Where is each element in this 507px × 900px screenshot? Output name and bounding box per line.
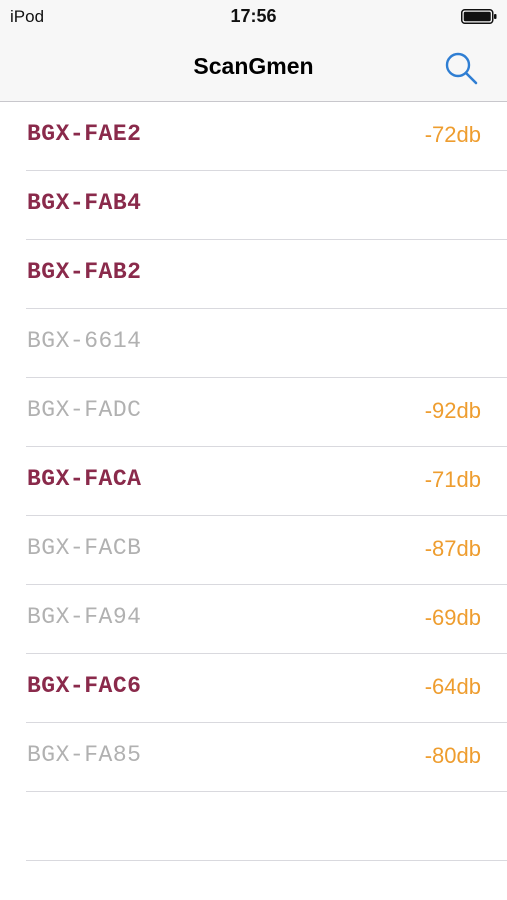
device-row[interactable]: BGX-FAB2 [26, 240, 507, 309]
device-rssi: -92db [424, 398, 481, 423]
device-row[interactable]: BGX-FADC -92db [26, 378, 507, 447]
device-rssi: -87db [424, 536, 481, 561]
device-rssi: -72db [424, 122, 481, 147]
search-button[interactable] [441, 48, 481, 88]
device-name: BGX-FADC [27, 397, 142, 423]
device-name: BGX-FA94 [27, 604, 142, 630]
device-row[interactable]: BGX-FAC6 -64db [26, 654, 507, 723]
status-bar: iPod 17:56 [0, 0, 507, 34]
device-rssi: -80db [424, 743, 481, 768]
device-name: BGX-FAB2 [27, 259, 142, 285]
device-rssi: -71db [424, 467, 481, 492]
device-name: BGX-FACA [27, 466, 142, 492]
device-row[interactable]: BGX-FAB4 [26, 171, 507, 240]
device-row[interactable]: BGX-6614 [26, 309, 507, 378]
device-name: BGX-FA85 [27, 742, 142, 768]
device-name: BGX-6614 [27, 328, 142, 354]
battery-full-icon [461, 9, 497, 24]
device-name: BGX-FAE2 [27, 121, 142, 147]
device-list: BGX-FAE2 -72db BGX-FAB4 BGX-FAB2 BGX-661… [0, 102, 507, 861]
app-screen: iPod 17:56 ScanGmen BGX-FAE2 -72db BGX-F… [0, 0, 507, 900]
device-name: BGX-FACB [27, 535, 142, 561]
device-row[interactable]: BGX-FACA -71db [26, 447, 507, 516]
device-row[interactable]: BGX-FAE2 -72db [26, 102, 507, 171]
device-name: BGX-FAC6 [27, 673, 142, 699]
device-row[interactable]: BGX-FA94 -69db [26, 585, 507, 654]
device-rssi: -64db [424, 674, 481, 699]
device-row[interactable]: BGX-FA85 -80db [26, 723, 507, 792]
empty-row [26, 792, 507, 861]
device-rssi: -69db [424, 605, 481, 630]
page-title: ScanGmen [193, 53, 314, 79]
device-name: BGX-FAB4 [27, 190, 142, 216]
navigation-bar: ScanGmen [0, 34, 507, 102]
search-icon [445, 52, 478, 85]
status-time: 17:56 [230, 6, 277, 26]
device-row[interactable]: BGX-FACB -87db [26, 516, 507, 585]
